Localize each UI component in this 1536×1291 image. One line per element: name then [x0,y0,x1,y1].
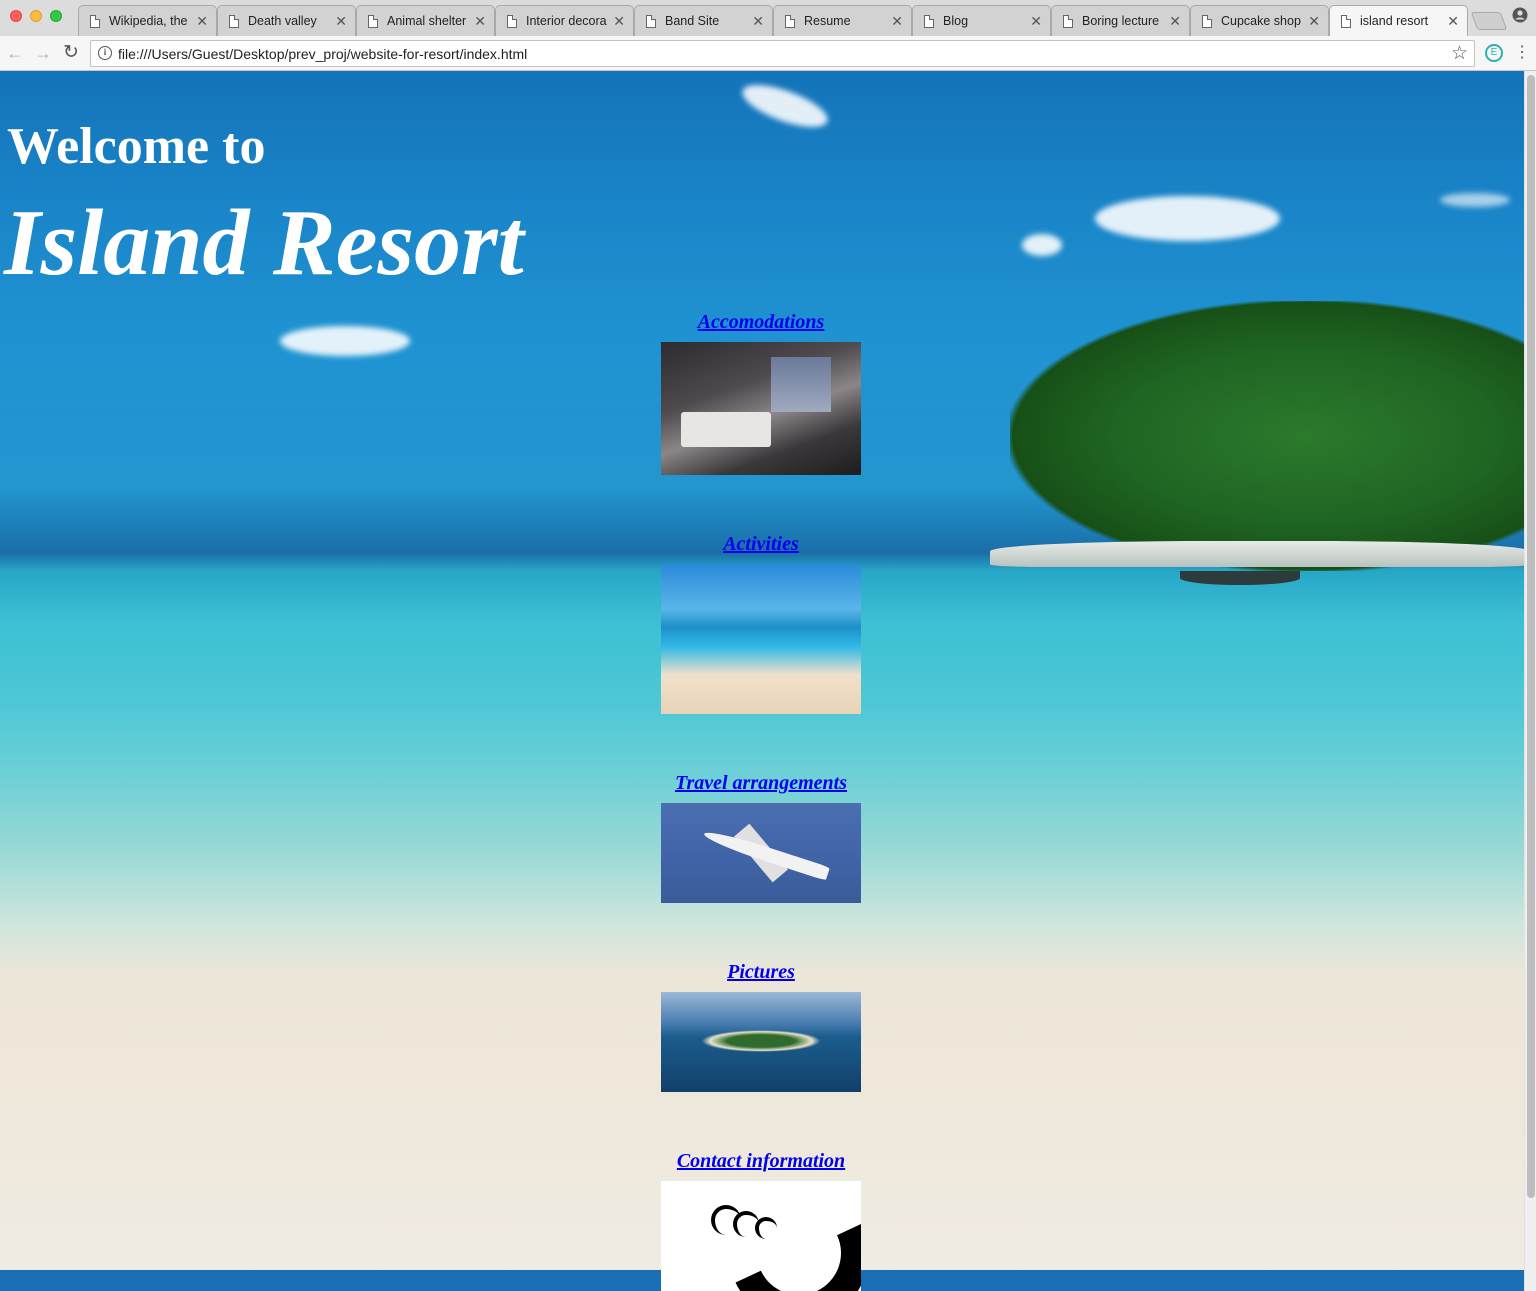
section-activities: Activities [661,533,861,714]
cloud-decoration [1022,234,1062,256]
cloud-decoration [737,76,833,136]
document-icon [1063,15,1073,28]
tab-title: island resort [1360,14,1429,28]
section-travel: Travel arrangements [661,772,861,903]
tab-wikipedia[interactable]: Wikipedia, the ✕ [78,5,217,36]
cloud-decoration [1095,196,1280,241]
welcome-heading: Welcome to [7,118,266,175]
document-icon [646,15,656,28]
tab-death-valley[interactable]: Death valley ✕ [217,5,356,36]
window-decoration [771,357,831,412]
address-bar[interactable]: i file:///Users/Guest/Desktop/prev_proj/… [90,40,1475,67]
window-zoom-button[interactable] [50,10,62,22]
browser-toolbar: ← → ↻ i file:///Users/Guest/Desktop/prev… [0,36,1536,71]
phone-handset-icon [709,1181,861,1291]
island-decoration [1010,301,1524,571]
tab-title: Wikipedia, the [109,14,188,28]
close-icon[interactable]: ✕ [335,13,347,30]
window-close-button[interactable] [10,10,22,22]
document-icon [924,15,934,28]
close-icon[interactable]: ✕ [196,13,208,30]
tab-title: Animal shelter [387,14,467,28]
activities-link[interactable]: Activities [601,533,921,556]
close-icon[interactable]: ✕ [1030,13,1042,30]
document-icon [229,15,239,28]
bed-decoration [681,412,771,447]
close-icon[interactable]: ✕ [1447,13,1459,30]
tab-title: Death valley [248,14,317,28]
star-icon[interactable]: ☆ [1451,42,1468,65]
close-icon[interactable]: ✕ [474,13,486,30]
tab-cupcake-shop[interactable]: Cupcake shop ✕ [1190,5,1329,36]
tab-title: Interior decora [526,14,607,28]
vertical-scrollbar[interactable] [1524,71,1536,1291]
tab-list: Wikipedia, the ✕ Death valley ✕ Animal s… [78,5,1468,36]
hotel-room-image[interactable] [661,342,861,475]
pool-image[interactable] [661,564,861,714]
tab-band-site[interactable]: Band Site ✕ [634,5,773,36]
land-decoration [701,1030,821,1052]
section-contact: Contact information [661,1150,861,1291]
close-icon[interactable]: ✕ [891,13,903,30]
accomodations-link[interactable]: Accomodations [601,311,921,334]
cloud-decoration [280,326,410,356]
tab-title: Band Site [665,14,720,28]
info-icon[interactable]: i [98,46,112,60]
sound-wave-icon [755,1217,777,1239]
resort-title: Island Resort [4,191,524,295]
extension-icon[interactable]: E [1485,44,1503,62]
close-icon[interactable]: ✕ [1169,13,1181,30]
document-icon [1202,15,1212,28]
pictures-link[interactable]: Pictures [601,961,921,984]
document-icon [368,15,378,28]
kebab-menu-icon[interactable]: ⋮ [1514,43,1530,63]
document-icon [1341,15,1351,28]
phone-image[interactable] [661,1181,861,1291]
section-accommodations: Accomodations [661,311,861,475]
scrollbar-thumb[interactable] [1527,75,1535,1198]
close-icon[interactable]: ✕ [752,13,764,30]
travel-arrangements-link[interactable]: Travel arrangements [601,772,921,795]
document-icon [785,15,795,28]
arrow-right-icon[interactable]: → [32,42,54,64]
close-icon[interactable]: ✕ [613,13,625,30]
cloud-decoration [1440,193,1510,207]
window-minimize-button[interactable] [30,10,42,22]
boat-decoration [1180,571,1300,585]
tab-island-resort[interactable]: island resort ✕ [1329,5,1468,36]
tab-strip: Wikipedia, the ✕ Death valley ✕ Animal s… [0,0,1536,36]
island-aerial-image[interactable] [661,992,861,1092]
tab-blog[interactable]: Blog ✕ [912,5,1051,36]
rocks-decoration [990,541,1524,567]
document-icon [507,15,517,28]
section-pictures: Pictures [661,961,861,1092]
tab-title: Cupcake shop [1221,14,1301,28]
tab-title: Boring lecture [1082,14,1160,28]
tab-title: Blog [943,14,969,28]
page-viewport: Welcome to Island Resort Accomodations A… [0,71,1524,1291]
tab-resume[interactable]: Resume ✕ [773,5,912,36]
document-icon [90,15,100,28]
url-text[interactable]: file:///Users/Guest/Desktop/prev_proj/we… [118,46,527,62]
reload-icon[interactable]: ↻ [60,42,82,64]
airplane-image[interactable] [661,803,861,903]
tab-animal-shelter[interactable]: Animal shelter ✕ [356,5,495,36]
contact-information-link[interactable]: Contact information [601,1150,921,1173]
close-icon[interactable]: ✕ [1308,13,1320,30]
arrow-left-icon[interactable]: ← [4,42,26,64]
tab-interior-decorating[interactable]: Interior decora ✕ [495,5,634,36]
new-tab-button[interactable] [1470,12,1508,30]
tab-boring-lecture[interactable]: Boring lecture ✕ [1051,5,1190,36]
tab-title: Resume [804,14,851,28]
profile-icon[interactable] [1512,7,1528,23]
